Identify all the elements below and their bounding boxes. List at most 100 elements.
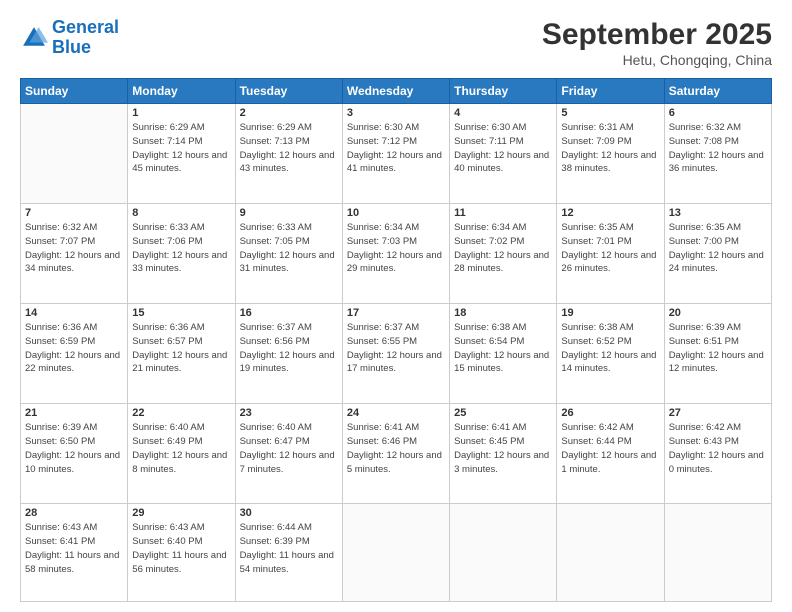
sun-info: Sunrise: 6:36 AMSunset: 6:59 PMDaylight:… [25, 321, 123, 376]
day-number: 22 [132, 407, 230, 419]
col-monday: Monday [128, 79, 235, 104]
day-number: 9 [240, 207, 338, 219]
cell-w5-d2: 29Sunrise: 6:43 AMSunset: 6:40 PMDayligh… [128, 504, 235, 602]
day-number: 23 [240, 407, 338, 419]
sun-info: Sunrise: 6:43 AMSunset: 6:41 PMDaylight:… [25, 521, 123, 576]
cell-w3-d2: 15 Sunrise: 6:36 AMSunset: 6:57 PMDayligh… [128, 304, 235, 404]
day-number: 24 [347, 407, 445, 419]
cell-w3-d7: 20 Sunrise: 6:39 AMSunset: 6:51 PMDayligh… [664, 304, 771, 404]
col-wednesday: Wednesday [342, 79, 449, 104]
sun-info: Sunrise: 6:38 AMSunset: 6:52 PMDaylight:… [561, 321, 659, 376]
cell-w4-d6: 26 Sunrise: 6:42 AMSunset: 6:44 PMDayligh… [557, 404, 664, 504]
col-saturday: Saturday [664, 79, 771, 104]
cell-w4-d7: 27Sunrise: 6:42 AMSunset: 6:43 PMDayligh… [664, 404, 771, 504]
main-title: September 2025 [542, 18, 772, 52]
day-number: 25 [454, 407, 552, 419]
day-number: 14 [25, 307, 123, 319]
col-friday: Friday [557, 79, 664, 104]
day-number: 11 [454, 207, 552, 219]
day-number: 6 [669, 107, 767, 119]
sun-info: Sunrise: 6:33 AMSunset: 7:05 PMDaylight:… [240, 221, 338, 276]
week-row-3: 14 Sunrise: 6:36 AMSunset: 6:59 PMDayligh… [21, 304, 772, 404]
cell-w3-d5: 18 Sunrise: 6:38 AMSunset: 6:54 PMDayligh… [450, 304, 557, 404]
cell-w2-d7: 13Sunrise: 6:35 AMSunset: 7:00 PMDayligh… [664, 204, 771, 304]
sun-info: Sunrise: 6:29 AMSunset: 7:13 PMDaylight:… [240, 121, 338, 176]
cell-w5-d7 [664, 504, 771, 602]
sun-info: Sunrise: 6:38 AMSunset: 6:54 PMDaylight:… [454, 321, 552, 376]
subtitle: Hetu, Chongqing, China [542, 52, 772, 68]
day-number: 4 [454, 107, 552, 119]
page: General Blue September 2025 Hetu, Chongq… [0, 0, 792, 612]
calendar-table: Sunday Monday Tuesday Wednesday Thursday… [20, 78, 772, 602]
cell-w1-d5: 4Sunrise: 6:30 AMSunset: 7:11 PMDaylight… [450, 104, 557, 204]
sun-info: Sunrise: 6:32 AMSunset: 7:08 PMDaylight:… [669, 121, 767, 176]
sun-info: Sunrise: 6:34 AMSunset: 7:02 PMDaylight:… [454, 221, 552, 276]
day-number: 2 [240, 107, 338, 119]
day-number: 15 [132, 307, 230, 319]
cell-w1-d6: 5 Sunrise: 6:31 AMSunset: 7:09 PMDaylight… [557, 104, 664, 204]
cell-w5-d1: 28 Sunrise: 6:43 AMSunset: 6:41 PMDayligh… [21, 504, 128, 602]
cell-w4-d1: 21 Sunrise: 6:39 AMSunset: 6:50 PMDayligh… [21, 404, 128, 504]
sun-info: Sunrise: 6:37 AMSunset: 6:56 PMDaylight:… [240, 321, 338, 376]
sun-info: Sunrise: 6:42 AMSunset: 6:44 PMDaylight:… [561, 421, 659, 476]
title-block: September 2025 Hetu, Chongqing, China [542, 18, 772, 68]
sun-info: Sunrise: 6:39 AMSunset: 6:50 PMDaylight:… [25, 421, 123, 476]
sun-info: Sunrise: 6:41 AMSunset: 6:45 PMDaylight:… [454, 421, 552, 476]
sun-info: Sunrise: 6:39 AMSunset: 6:51 PMDaylight:… [669, 321, 767, 376]
cell-w5-d3: 30Sunrise: 6:44 AMSunset: 6:39 PMDayligh… [235, 504, 342, 602]
cell-w3-d1: 14 Sunrise: 6:36 AMSunset: 6:59 PMDayligh… [21, 304, 128, 404]
cell-w1-d1 [21, 104, 128, 204]
day-number: 21 [25, 407, 123, 419]
col-tuesday: Tuesday [235, 79, 342, 104]
sun-info: Sunrise: 6:42 AMSunset: 6:43 PMDaylight:… [669, 421, 767, 476]
logo-icon [20, 24, 48, 52]
day-number: 20 [669, 307, 767, 319]
week-row-4: 21 Sunrise: 6:39 AMSunset: 6:50 PMDayligh… [21, 404, 772, 504]
day-number: 17 [347, 307, 445, 319]
cell-w3-d6: 19 Sunrise: 6:38 AMSunset: 6:52 PMDayligh… [557, 304, 664, 404]
logo: General Blue [20, 18, 119, 58]
sun-info: Sunrise: 6:31 AMSunset: 7:09 PMDaylight:… [561, 121, 659, 176]
sun-info: Sunrise: 6:40 AMSunset: 6:47 PMDaylight:… [240, 421, 338, 476]
sun-info: Sunrise: 6:44 AMSunset: 6:39 PMDaylight:… [240, 521, 338, 576]
day-number: 18 [454, 307, 552, 319]
cell-w1-d3: 2 Sunrise: 6:29 AMSunset: 7:13 PMDaylight… [235, 104, 342, 204]
cell-w5-d6 [557, 504, 664, 602]
sun-info: Sunrise: 6:29 AMSunset: 7:14 PMDaylight:… [132, 121, 230, 176]
cell-w5-d5 [450, 504, 557, 602]
cell-w4-d5: 25 Sunrise: 6:41 AMSunset: 6:45 PMDayligh… [450, 404, 557, 504]
day-number: 5 [561, 107, 659, 119]
sun-info: Sunrise: 6:33 AMSunset: 7:06 PMDaylight:… [132, 221, 230, 276]
calendar-body: 1 Sunrise: 6:29 AMSunset: 7:14 PMDaylight… [21, 104, 772, 602]
day-number: 1 [132, 107, 230, 119]
day-number: 29 [132, 507, 230, 519]
header: General Blue September 2025 Hetu, Chongq… [20, 18, 772, 68]
header-row: Sunday Monday Tuesday Wednesday Thursday… [21, 79, 772, 104]
day-number: 8 [132, 207, 230, 219]
sun-info: Sunrise: 6:30 AMSunset: 7:12 PMDaylight:… [347, 121, 445, 176]
day-number: 28 [25, 507, 123, 519]
sun-info: Sunrise: 6:36 AMSunset: 6:57 PMDaylight:… [132, 321, 230, 376]
cell-w1-d7: 6 Sunrise: 6:32 AMSunset: 7:08 PMDaylight… [664, 104, 771, 204]
day-number: 3 [347, 107, 445, 119]
cell-w2-d4: 10Sunrise: 6:34 AMSunset: 7:03 PMDayligh… [342, 204, 449, 304]
sun-info: Sunrise: 6:32 AMSunset: 7:07 PMDaylight:… [25, 221, 123, 276]
cell-w4-d3: 23 Sunrise: 6:40 AMSunset: 6:47 PMDayligh… [235, 404, 342, 504]
col-sunday: Sunday [21, 79, 128, 104]
cell-w3-d3: 16 Sunrise: 6:37 AMSunset: 6:56 PMDayligh… [235, 304, 342, 404]
cell-w3-d4: 17Sunrise: 6:37 AMSunset: 6:55 PMDayligh… [342, 304, 449, 404]
day-number: 16 [240, 307, 338, 319]
sun-info: Sunrise: 6:40 AMSunset: 6:49 PMDaylight:… [132, 421, 230, 476]
sun-info: Sunrise: 6:35 AMSunset: 7:01 PMDaylight:… [561, 221, 659, 276]
day-number: 19 [561, 307, 659, 319]
sun-info: Sunrise: 6:35 AMSunset: 7:00 PMDaylight:… [669, 221, 767, 276]
week-row-2: 7Sunrise: 6:32 AMSunset: 7:07 PMDaylight… [21, 204, 772, 304]
cell-w4-d4: 24 Sunrise: 6:41 AMSunset: 6:46 PMDayligh… [342, 404, 449, 504]
sun-info: Sunrise: 6:41 AMSunset: 6:46 PMDaylight:… [347, 421, 445, 476]
cell-w1-d4: 3 Sunrise: 6:30 AMSunset: 7:12 PMDaylight… [342, 104, 449, 204]
day-number: 26 [561, 407, 659, 419]
week-row-1: 1 Sunrise: 6:29 AMSunset: 7:14 PMDaylight… [21, 104, 772, 204]
logo-text: General Blue [52, 18, 119, 58]
sun-info: Sunrise: 6:34 AMSunset: 7:03 PMDaylight:… [347, 221, 445, 276]
day-number: 12 [561, 207, 659, 219]
